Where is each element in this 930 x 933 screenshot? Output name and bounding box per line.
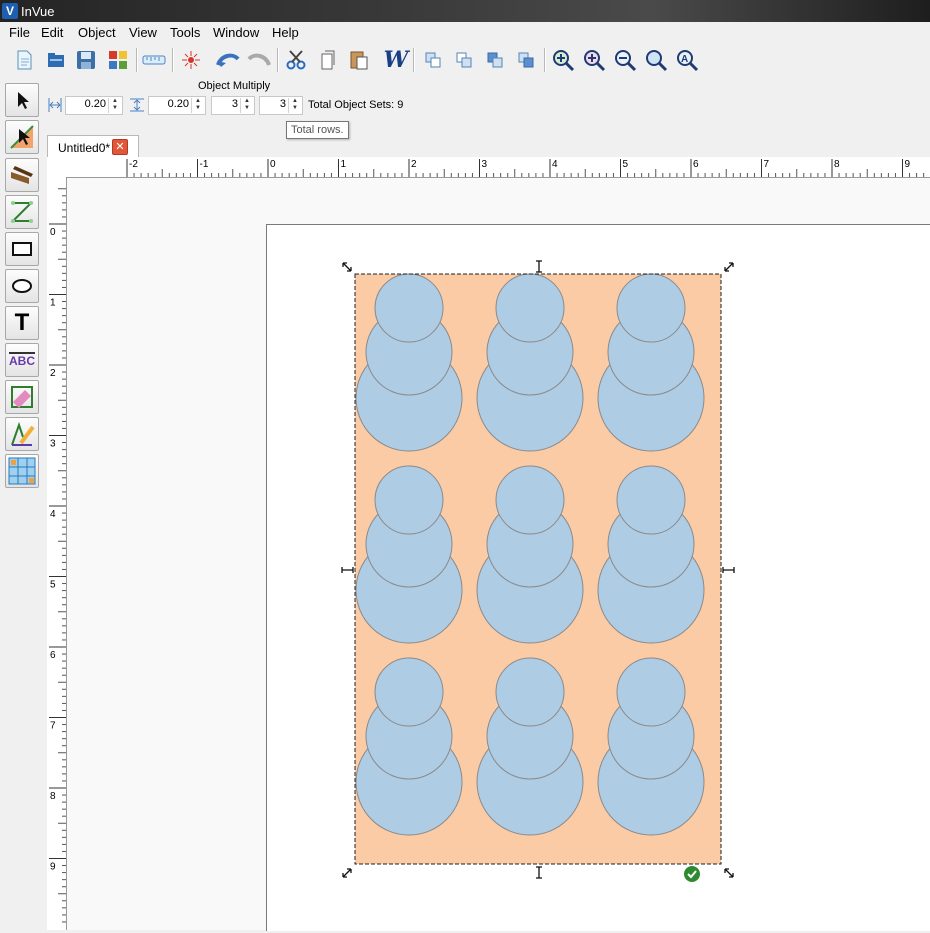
small-circle[interactable] [374,465,444,535]
small-circle[interactable] [374,657,444,727]
design-layer [341,260,735,882]
resize-handle-right[interactable] [722,567,735,573]
resize-handle-top-right[interactable] [724,262,734,272]
small-circle[interactable] [495,657,565,727]
small-circle[interactable] [616,465,686,535]
resize-handle-bottom-left[interactable] [342,868,352,878]
resize-handle-top[interactable] [536,260,542,273]
resize-handle-left[interactable] [341,567,354,573]
small-circle[interactable] [374,273,444,343]
resize-handle-top-left[interactable] [342,262,352,272]
resize-handle-bottom-right[interactable] [724,868,734,878]
small-circle[interactable] [495,465,565,535]
apply-check-icon[interactable] [684,866,700,882]
small-circle[interactable] [616,657,686,727]
small-circle[interactable] [616,273,686,343]
resize-handle-bottom[interactable] [536,866,542,879]
circle-grid[interactable] [355,273,705,836]
small-circle[interactable] [495,273,565,343]
